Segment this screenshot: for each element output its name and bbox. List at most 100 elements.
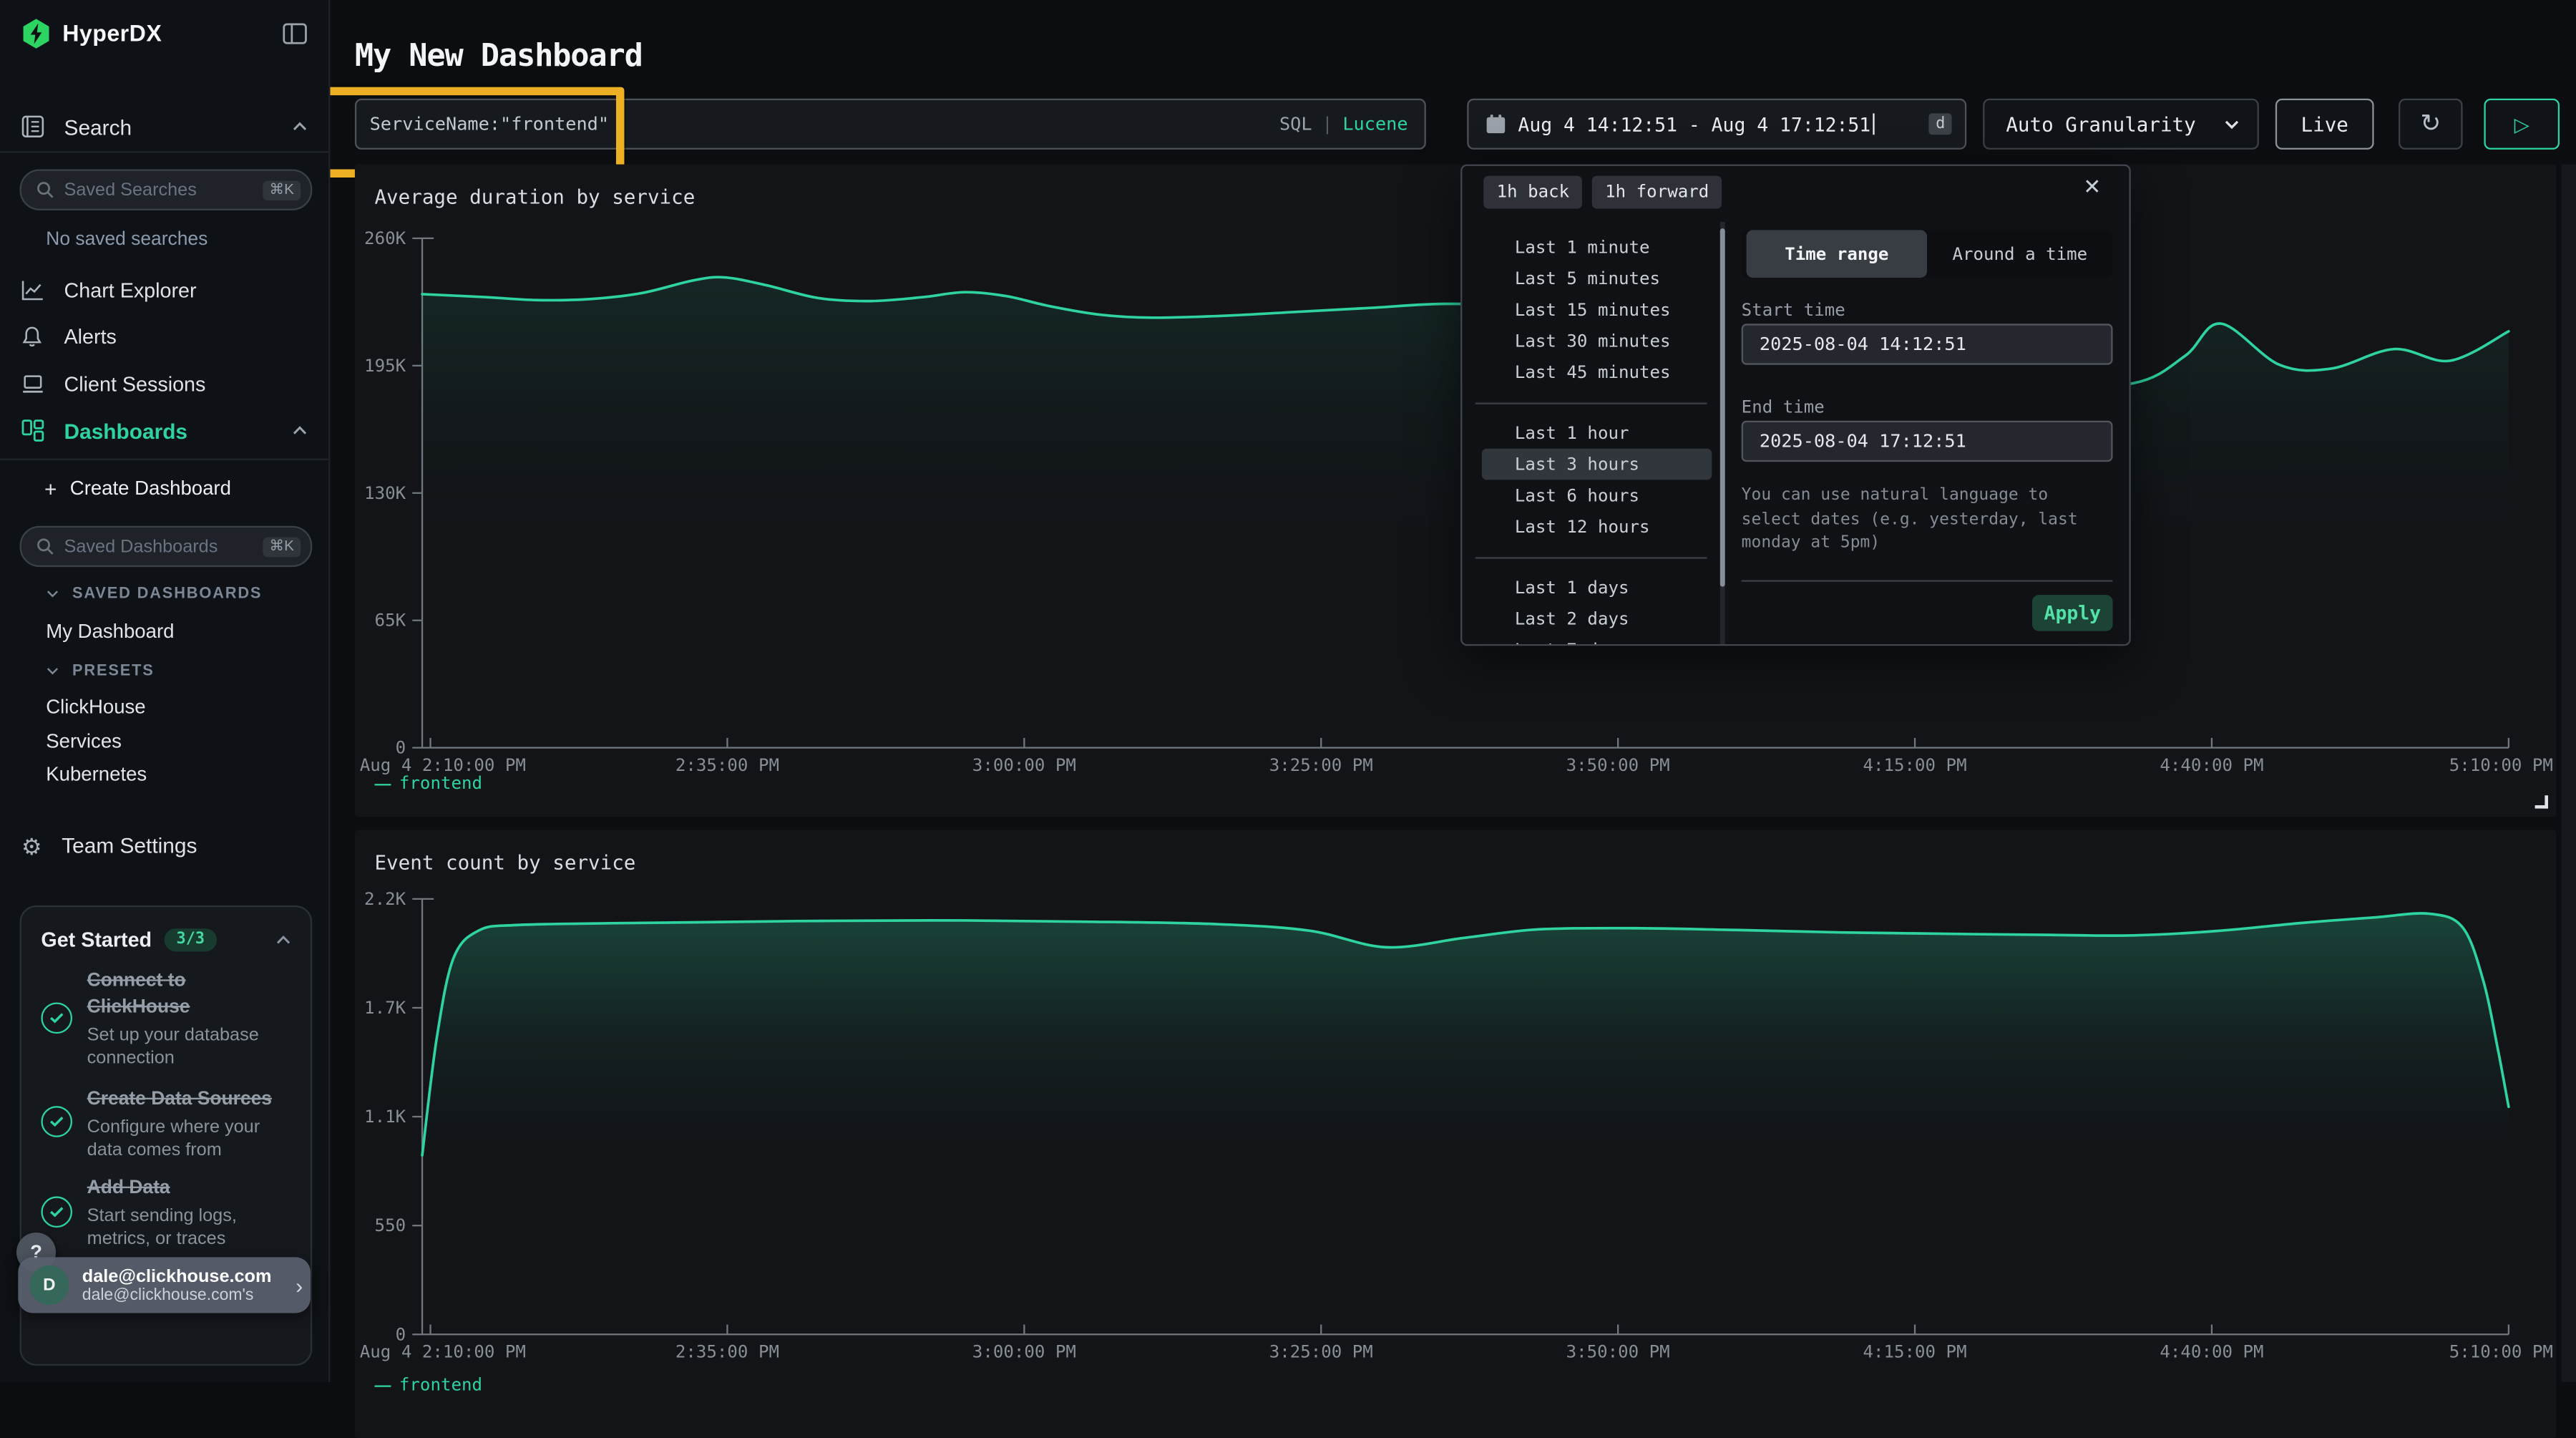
time-back-button[interactable]: 1h back <box>1483 176 1582 209</box>
range-option[interactable]: Last 2 days <box>1482 603 1712 635</box>
search-nav-icon <box>21 115 44 138</box>
tab-time-range[interactable]: Time range <box>1747 230 1928 278</box>
tab-around-a-time[interactable]: Around a time <box>1927 230 2112 278</box>
svg-text:4:40:00 PM: 4:40:00 PM <box>2160 755 2263 775</box>
section-saved-dashboards[interactable]: SAVED DASHBOARDS <box>46 583 262 605</box>
chart-explorer-icon <box>21 279 44 301</box>
range-option[interactable]: Last 5 minutes <box>1482 263 1712 294</box>
svg-text:4:40:00 PM: 4:40:00 PM <box>2160 1341 2263 1361</box>
sql-mode-toggle[interactable]: SQL <box>1279 113 1312 135</box>
main-area: My New Dashboard ServiceName:"frontend" … <box>328 0 2576 1382</box>
plus-icon: + <box>44 477 57 499</box>
cmd-k-shortcut: ⌘K <box>263 180 301 200</box>
start-time-input[interactable]: 2025-08-04 14:12:51 <box>1742 324 2113 364</box>
search-icon <box>36 538 54 555</box>
range-option[interactable]: Last 1 days <box>1482 572 1712 603</box>
svg-text:3:50:00 PM: 3:50:00 PM <box>1566 755 1670 775</box>
list-scrollbar-thumb[interactable] <box>1720 228 1725 587</box>
sidebar-item-services[interactable]: Services <box>46 729 122 752</box>
item-label: Alerts <box>64 324 117 347</box>
get-started-item[interactable]: Create Data Sources Configure where your… <box>87 1087 281 1163</box>
chart-panel-avg-duration: Average duration by service 260K195K130K… <box>355 165 2557 817</box>
live-button[interactable]: Live <box>2275 99 2374 150</box>
end-time-input[interactable]: 2025-08-04 17:12:51 <box>1742 421 2113 462</box>
item-label: Chart Explorer <box>64 278 197 301</box>
svg-text:3:00:00 PM: 3:00:00 PM <box>972 1341 1076 1361</box>
get-started-badge: 3/3 <box>165 929 216 951</box>
range-option[interactable]: Last 12 hours <box>1482 511 1712 543</box>
avatar-initial: D <box>43 1276 55 1296</box>
range-option-selected[interactable]: Last 3 hours <box>1482 449 1712 480</box>
granularity-value: Auto Granularity <box>2006 112 2195 135</box>
create-dashboard-label: Create Dashboard <box>70 477 231 500</box>
apply-button[interactable]: Apply <box>2032 595 2113 631</box>
user-subtitle: dale@clickhouse.com's <box>82 1286 293 1304</box>
svg-text:3:25:00 PM: 3:25:00 PM <box>1269 755 1373 775</box>
list-divider <box>1475 403 1707 404</box>
legend-series-label: frontend <box>399 774 482 794</box>
legend-series-label: frontend <box>399 1376 482 1396</box>
svg-text:3:00:00 PM: 3:00:00 PM <box>972 755 1076 775</box>
section-label: PRESETS <box>72 662 155 680</box>
get-started-item[interactable]: Add Data Start sending logs, metrics, or… <box>87 1175 281 1252</box>
svg-text:1.1K: 1.1K <box>364 1107 406 1127</box>
sidebar-item-dashboards[interactable]: Dashboards <box>21 416 307 445</box>
sidebar-item-kubernetes[interactable]: Kubernetes <box>46 762 147 785</box>
check-circle-icon <box>41 1196 72 1228</box>
sidebar-item-my-dashboard[interactable]: My Dashboard <box>46 620 174 643</box>
get-started-item[interactable]: Connect to ClickHouse Set up your databa… <box>87 968 278 1071</box>
sidebar-item-search[interactable]: Search <box>21 112 307 141</box>
range-option[interactable]: Last 1 minute <box>1482 232 1712 263</box>
range-option[interactable]: Last 1 hour <box>1482 417 1712 449</box>
sidebar: HyperDX Search Saved Searches ⌘K <box>0 0 330 1382</box>
get-started-title: Get Started <box>41 928 152 951</box>
refresh-button[interactable]: ↻ <box>2399 99 2463 150</box>
range-option[interactable]: Last 6 hours <box>1482 480 1712 511</box>
sidebar-item-client-sessions[interactable]: Client Sessions <box>21 370 307 398</box>
svg-text:5:10:00 PM: 5:10:00 PM <box>2449 755 2553 775</box>
range-option[interactable]: Last 30 minutes <box>1482 326 1712 357</box>
step-title: Connect to ClickHouse <box>87 968 278 1021</box>
user-menu[interactable]: D dale@clickhouse.com dale@clickhouse.co… <box>18 1257 311 1313</box>
sidebar-item-alerts[interactable]: Alerts <box>21 322 307 350</box>
item-label: Client Sessions <box>64 372 206 395</box>
chart-legend[interactable]: frontend <box>374 1376 482 1396</box>
chevron-up-icon[interactable] <box>276 935 291 945</box>
svg-text:2:35:00 PM: 2:35:00 PM <box>675 755 779 775</box>
list-scrollbar-track[interactable] <box>1720 222 1725 644</box>
create-dashboard-button[interactable]: + Create Dashboard <box>44 475 307 502</box>
range-option[interactable]: Last 7 days <box>1482 634 1712 646</box>
page-title: My New Dashboard <box>355 38 643 74</box>
collapse-sidebar-icon[interactable] <box>283 22 307 44</box>
saved-searches-input[interactable]: Saved Searches ⌘K <box>20 169 313 210</box>
end-time-value: 2025-08-04 17:12:51 <box>1760 431 1966 452</box>
page-scrollbar[interactable] <box>2561 165 2576 1382</box>
chart-legend[interactable]: frontend <box>374 774 482 794</box>
event-count-chart[interactable]: 2.2K1.7K1.1K5500Aug 4 2:10:00 PM2:35:00 … <box>355 830 2557 1381</box>
svg-text:1.7K: 1.7K <box>364 998 406 1018</box>
range-option[interactable]: Last 45 minutes <box>1482 356 1712 388</box>
avg-duration-chart[interactable]: 260K195K130K65K0Aug 4 2:10:00 PM2:35:00 … <box>355 165 2557 817</box>
search-icon <box>36 181 54 199</box>
time-forward-button[interactable]: 1h forward <box>1592 176 1722 209</box>
sidebar-item-clickhouse[interactable]: ClickHouse <box>46 695 145 718</box>
range-option[interactable]: Last 15 minutes <box>1482 294 1712 326</box>
brand-name: HyperDX <box>62 20 162 47</box>
picker-tabs: Time range Around a time <box>1742 230 2113 278</box>
time-range-input[interactable]: Aug 4 14:12:51 - Aug 4 17:12:51 d <box>1467 99 1966 150</box>
step-desc: Set up your database connection <box>87 1024 278 1072</box>
run-button[interactable]: ▷ <box>2484 99 2560 150</box>
lucene-mode-toggle[interactable]: Lucene <box>1342 113 1407 135</box>
section-label: SAVED DASHBOARDS <box>72 585 262 603</box>
chart-panel-event-count: Event count by service 2.2K1.7K1.1K5500A… <box>355 830 2557 1437</box>
step-desc: Configure where your data comes from <box>87 1116 281 1163</box>
close-icon[interactable]: ✕ <box>2083 174 2101 200</box>
granularity-select[interactable]: Auto Granularity <box>1983 99 2259 150</box>
quick-range-list: Last 1 minute Last 5 minutes Last 15 min… <box>1462 222 1719 644</box>
chevron-down-icon <box>46 590 59 598</box>
saved-dashboards-input[interactable]: Saved Dashboards ⌘K <box>20 526 313 567</box>
sidebar-item-chart-explorer[interactable]: Chart Explorer <box>21 276 307 304</box>
panel-resize-handle[interactable] <box>2535 795 2548 808</box>
sidebar-item-team-settings[interactable]: ⚙ Team Settings <box>21 832 307 860</box>
section-presets[interactable]: PRESETS <box>46 661 154 682</box>
